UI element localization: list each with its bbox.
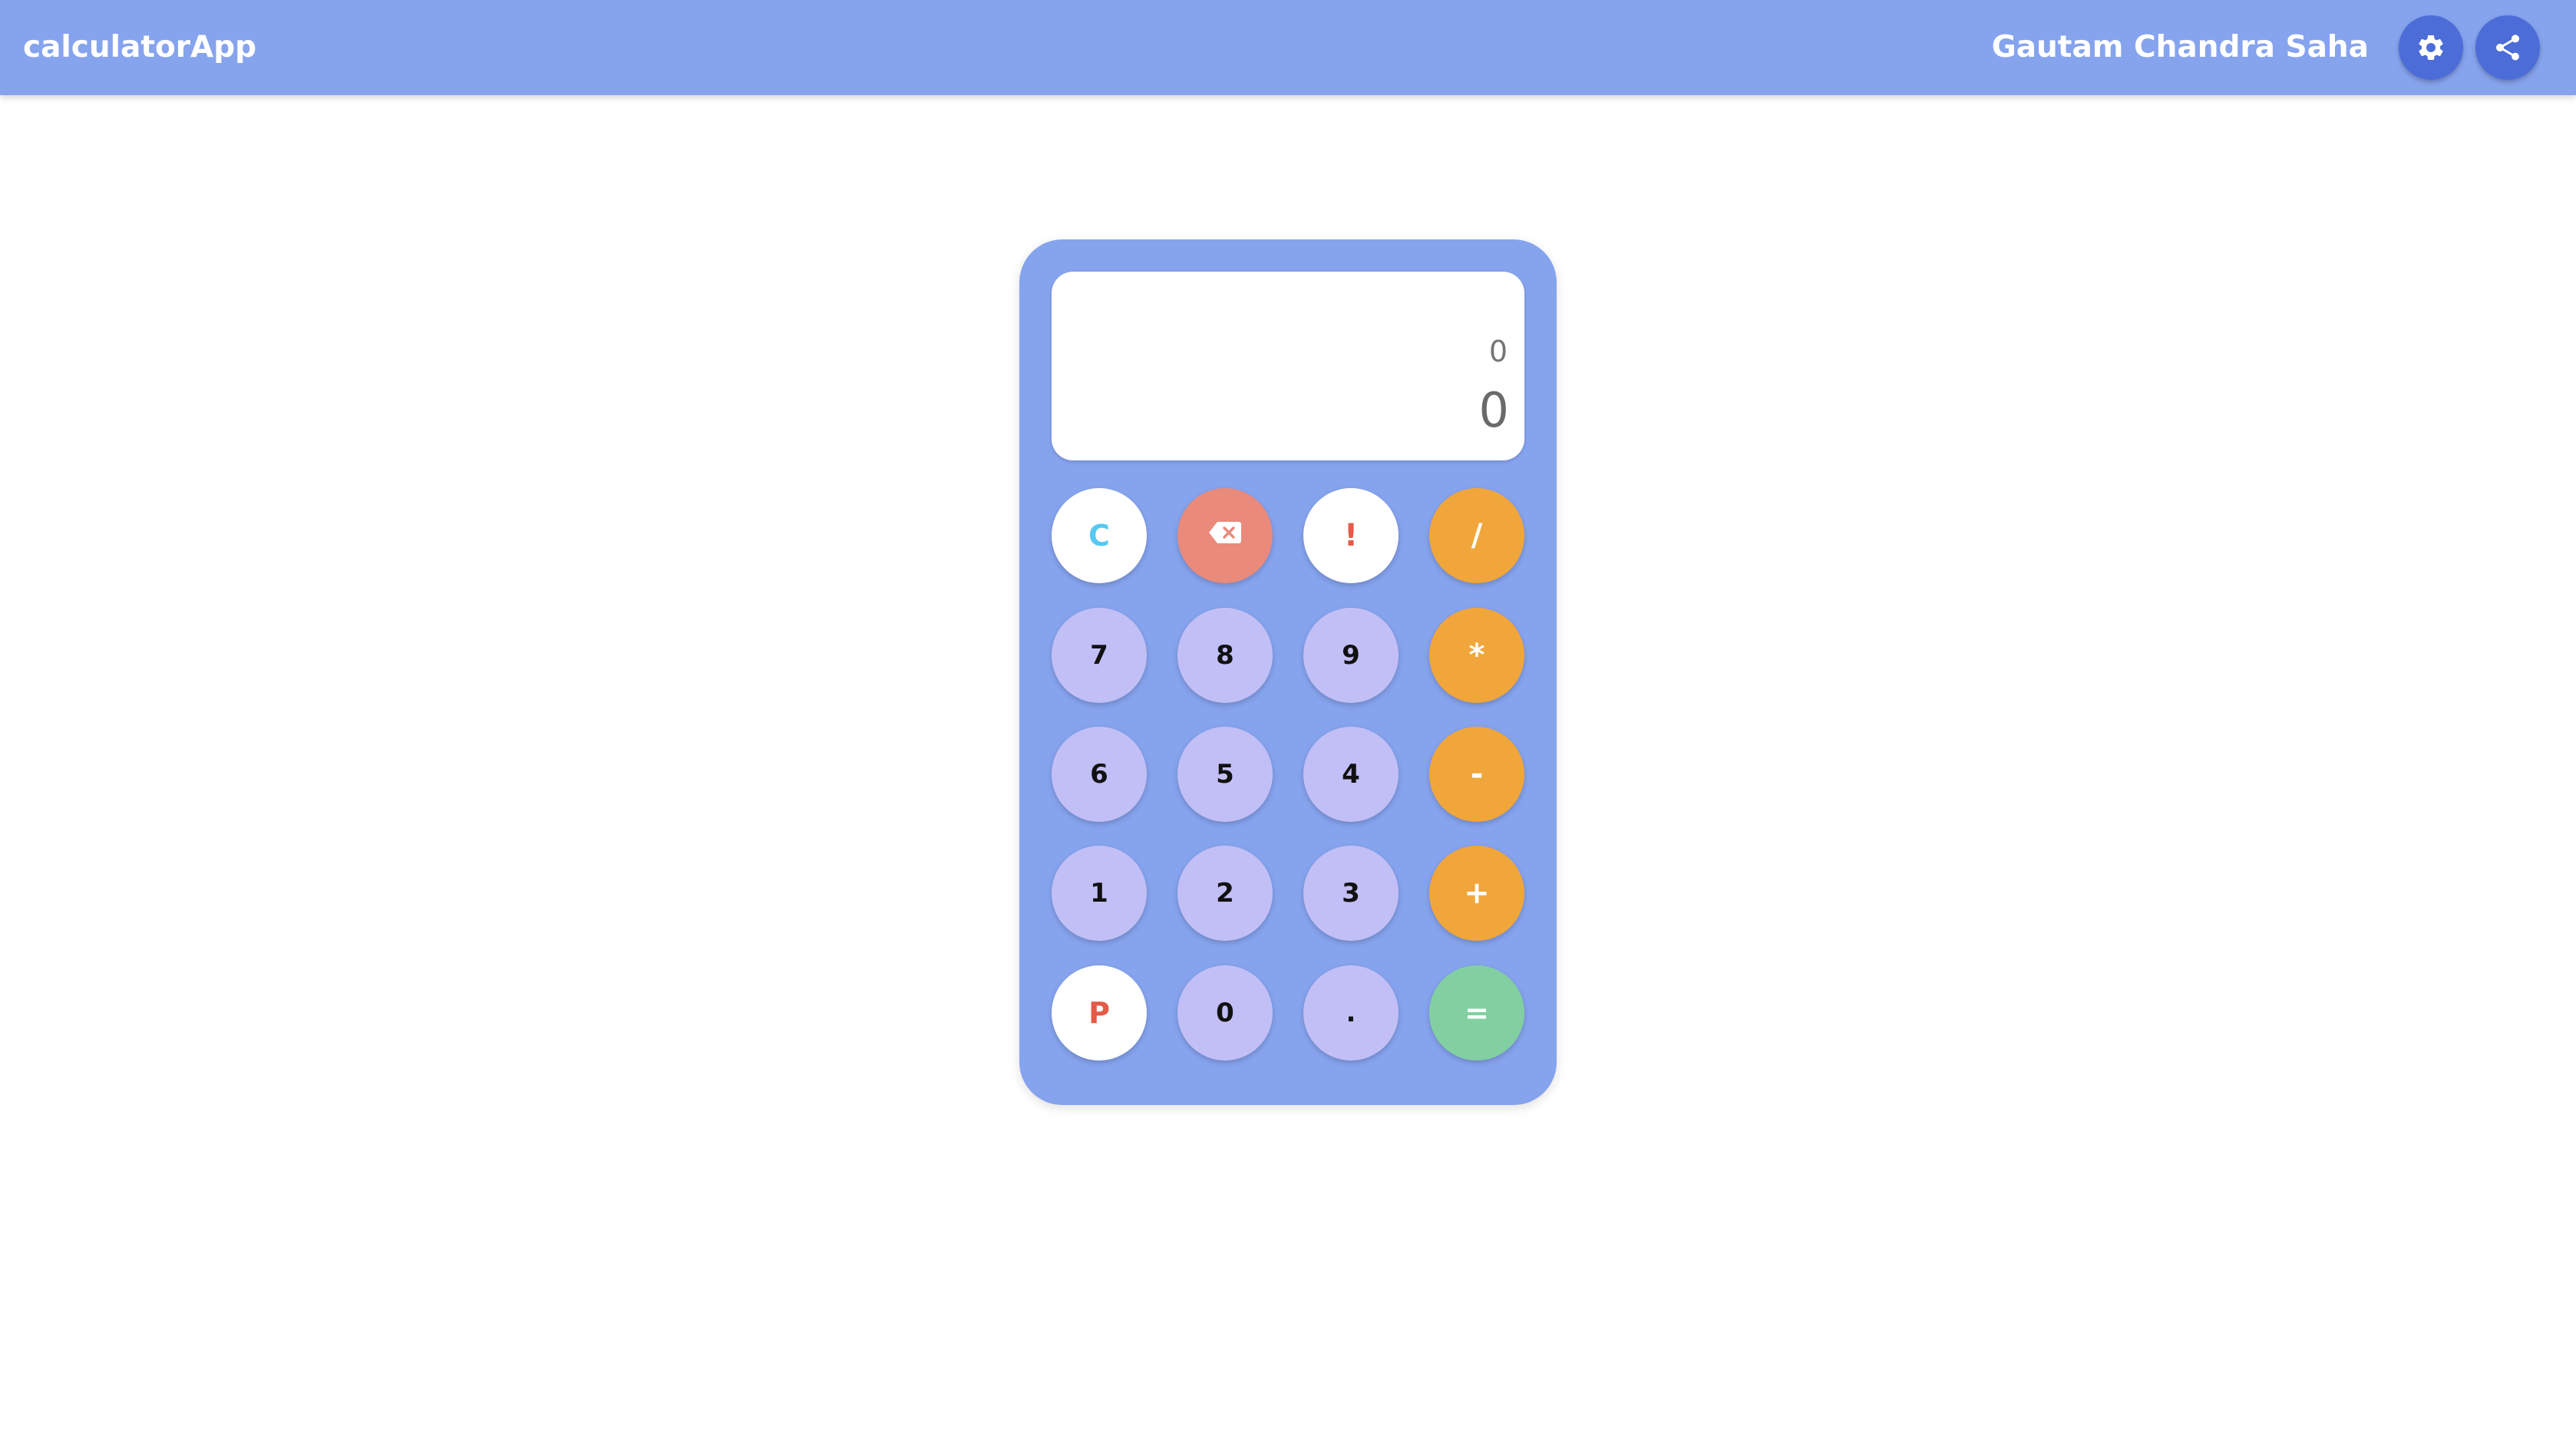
key-0[interactable]: 0 xyxy=(1177,965,1273,1061)
clear-button[interactable]: C xyxy=(1052,488,1147,583)
multiply-button[interactable]: * xyxy=(1429,608,1524,703)
share-button[interactable] xyxy=(2475,15,2540,80)
backspace-button[interactable] xyxy=(1177,488,1273,583)
calculator-display: 0 0 xyxy=(1052,272,1524,460)
percent-button[interactable]: P xyxy=(1052,965,1147,1061)
divide-button[interactable]: / xyxy=(1429,488,1524,583)
settings-button[interactable] xyxy=(2399,15,2463,80)
result-display: 0 xyxy=(1478,382,1509,438)
factorial-button[interactable]: ! xyxy=(1303,488,1399,583)
key-6[interactable]: 6 xyxy=(1052,727,1147,822)
user-name: Gautam Chandra Saha xyxy=(1991,30,2369,64)
key-7[interactable]: 7 xyxy=(1052,608,1147,703)
backspace-icon xyxy=(1208,520,1242,551)
key-1[interactable]: 1 xyxy=(1052,846,1147,941)
key-8[interactable]: 8 xyxy=(1177,608,1273,703)
key-9[interactable]: 9 xyxy=(1303,608,1399,703)
subtract-button[interactable]: - xyxy=(1429,727,1524,822)
key-3[interactable]: 3 xyxy=(1303,846,1399,941)
share-icon xyxy=(2492,32,2523,63)
add-button[interactable]: + xyxy=(1429,846,1524,941)
key-4[interactable]: 4 xyxy=(1303,727,1399,822)
decimal-button[interactable]: . xyxy=(1303,965,1399,1061)
app-header: calculatorApp Gautam Chandra Saha xyxy=(0,0,2576,95)
key-5[interactable]: 5 xyxy=(1177,727,1273,822)
app-title: calculatorApp xyxy=(23,30,257,64)
equals-button[interactable]: = xyxy=(1429,965,1524,1061)
key-2[interactable]: 2 xyxy=(1177,846,1273,941)
calculator: 0 0 C ! / 7 8 9 * 6 5 4 - 1 2 3 + P 0 . … xyxy=(1019,239,1557,1105)
gear-icon xyxy=(2416,32,2446,63)
expression-display: 0 xyxy=(1488,335,1508,368)
